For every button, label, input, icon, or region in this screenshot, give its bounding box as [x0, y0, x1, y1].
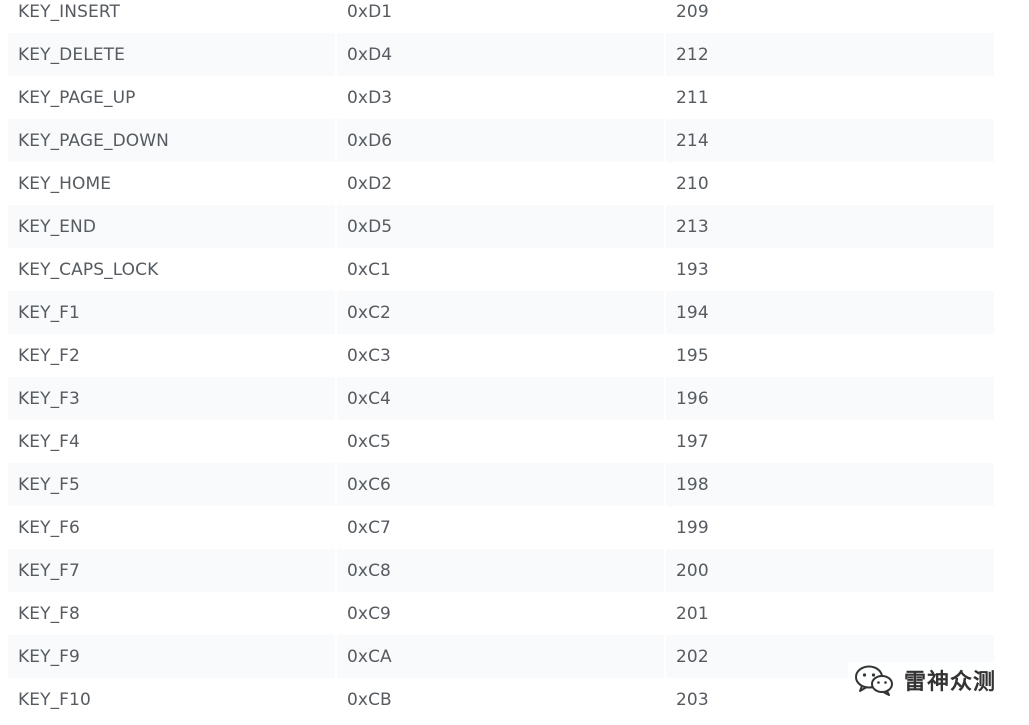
table-row: KEY_F3 0xC4 196	[8, 377, 994, 420]
decimal-value-cell: 194	[666, 291, 994, 334]
key-name-cell: KEY_F9	[8, 635, 337, 678]
key-name-cell: KEY_DELETE	[8, 33, 337, 76]
table-row: KEY_F8 0xC9 201	[8, 592, 994, 635]
decimal-value-cell: 209	[676, 1, 709, 22]
decimal-value-cell: 197	[676, 431, 709, 452]
table-row: KEY_F10 0xCB 203	[8, 678, 994, 721]
hex-value-cell: 0xD5	[337, 205, 666, 248]
hex-value-cell: 0xC4	[337, 377, 666, 420]
hex-value-cell: 0xC3	[337, 334, 666, 377]
key-name-cell: KEY_F4	[8, 420, 337, 463]
key-code-table: KEY_INSERT 0xD1 209 KEY_DELETE 0xD4 212 KEY_PA…	[8, 0, 994, 721]
key-name-cell: KEY_F1	[8, 291, 337, 334]
hex-value-cell: 0xD2	[337, 162, 666, 205]
hex-value-cell: 0xC1	[337, 248, 666, 291]
key-name-cell: KEY_F10	[8, 678, 337, 721]
key-name-cell: KEY_PAGE_UP	[8, 76, 337, 119]
watermark: 雷神众测	[848, 662, 1003, 698]
table-row: KEY_PAGE_DOWN 0xD6 214	[8, 119, 994, 162]
key-name-cell: KEY_F7	[8, 549, 337, 592]
decimal-value-cell: 210	[676, 173, 709, 194]
table-row: KEY_DELETE 0xD4 212	[8, 33, 994, 76]
decimal-value-cell: 199	[676, 517, 709, 538]
hex-value-cell: 0xC2	[337, 291, 666, 334]
hex-value-cell: 0xD1	[337, 0, 666, 33]
hex-value-cell: 0xC9	[337, 592, 666, 635]
hex-value-cell: 0xC5	[337, 420, 666, 463]
hex-value-cell: 0xC7	[337, 506, 666, 549]
decimal-value-cell: 214	[666, 119, 994, 162]
table-row: KEY_HOME 0xD2 210	[8, 162, 994, 205]
key-name-cell: KEY_HOME	[8, 162, 337, 205]
hex-value-cell: 0xC6	[337, 463, 666, 506]
table-row: KEY_F5 0xC6 198	[8, 463, 994, 506]
hex-value-cell: 0xCA	[337, 635, 666, 678]
table-row: KEY_F2 0xC3 195	[8, 334, 994, 377]
table-row: KEY_END 0xD5 213	[8, 205, 994, 248]
decimal-value-cell: 200	[666, 549, 994, 592]
key-name-cell: KEY_F2	[8, 334, 337, 377]
watermark-text: 雷神众测	[904, 670, 997, 695]
table-row: KEY_PAGE_UP 0xD3 211	[8, 76, 994, 119]
hex-value-cell: 0xCB	[337, 678, 666, 721]
wechat-icon	[855, 665, 893, 696]
key-name-cell: KEY_INSERT	[8, 0, 337, 33]
table-row: KEY_F9 0xCA 202	[8, 635, 994, 678]
decimal-value-cell: 212	[666, 33, 994, 76]
hex-value-cell: 0xD4	[337, 33, 666, 76]
key-name-cell: KEY_PAGE_DOWN	[8, 119, 337, 162]
decimal-value-cell: 196	[666, 377, 994, 420]
decimal-value-cell: 198	[666, 463, 994, 506]
decimal-value-cell: 195	[676, 345, 709, 366]
table-row: KEY_F7 0xC8 200	[8, 549, 994, 592]
table-row: KEY_F1 0xC2 194	[8, 291, 994, 334]
key-name-cell: KEY_F8	[8, 592, 337, 635]
key-name-cell: KEY_F3	[8, 377, 337, 420]
key-name-cell: KEY_CAPS_LOCK	[8, 248, 337, 291]
key-name-cell: KEY_END	[8, 205, 337, 248]
decimal-value-cell: 213	[666, 205, 994, 248]
key-name-cell: KEY_F5	[8, 463, 337, 506]
key-name-cell: KEY_F6	[8, 506, 337, 549]
table-row: KEY_F4 0xC5 197	[8, 420, 994, 463]
hex-value-cell: 0xC8	[337, 549, 666, 592]
table-row: KEY_CAPS_LOCK 0xC1 193	[8, 248, 994, 291]
hex-value-cell: 0xD3	[337, 76, 666, 119]
hex-value-cell: 0xD6	[337, 119, 666, 162]
table-row: KEY_INSERT 0xD1 209	[8, 0, 994, 33]
decimal-value-cell: 193	[676, 259, 709, 280]
table-row: KEY_F6 0xC7 199	[8, 506, 994, 549]
decimal-value-cell: 201	[676, 603, 709, 624]
decimal-value-cell: 211	[676, 87, 709, 108]
